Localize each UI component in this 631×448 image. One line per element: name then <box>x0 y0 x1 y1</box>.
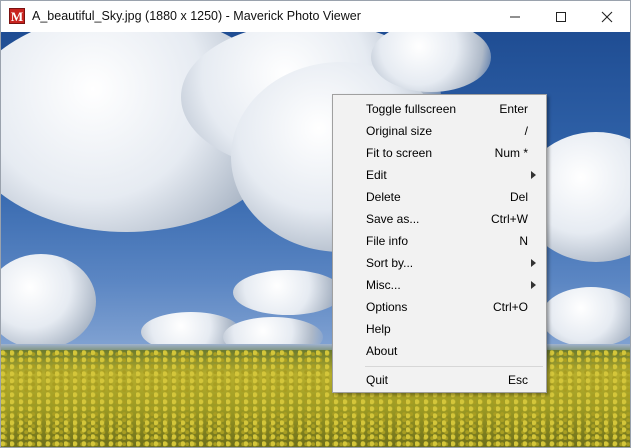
menu-item-label: Fit to screen <box>366 146 433 160</box>
maximize-icon <box>556 12 566 22</box>
submenu-arrow-icon <box>531 171 536 179</box>
title-bar[interactable]: M A_beautiful_Sky.jpg (1880 x 1250) - Ma… <box>1 1 630 32</box>
menu-item-save-as[interactable]: Save as... Ctrl+W <box>333 208 546 230</box>
menu-item-misc[interactable]: Misc... <box>333 274 546 296</box>
menu-item-label: Toggle fullscreen <box>366 102 457 116</box>
menu-item-label: Sort by... <box>366 256 414 270</box>
app-logo-icon[interactable]: M <box>9 8 25 24</box>
menu-item-help[interactable]: Help <box>333 318 546 340</box>
menu-item-shortcut: Ctrl+O <box>492 300 528 314</box>
menu-item-shortcut: N <box>519 234 528 248</box>
menu-item-label: Delete <box>366 190 401 204</box>
menu-item-label: Misc... <box>366 278 401 292</box>
menu-item-shortcut: Enter <box>499 102 528 116</box>
menu-item-label: Options <box>366 300 408 314</box>
menu-item-label: Help <box>366 322 391 336</box>
menu-item-sort-by[interactable]: Sort by... <box>333 252 546 274</box>
menu-item-label: Quit <box>366 373 389 387</box>
photo-viewer-window: M A_beautiful_Sky.jpg (1880 x 1250) - Ma… <box>0 0 631 448</box>
maximize-button[interactable] <box>538 1 584 32</box>
close-icon <box>601 11 613 23</box>
menu-item-fit-to-screen[interactable]: Fit to screen Num * <box>333 142 546 164</box>
menu-item-options[interactable]: Options Ctrl+O <box>333 296 546 318</box>
menu-separator <box>365 366 543 367</box>
menu-item-shortcut: Esc <box>507 373 528 387</box>
menu-item-label: Edit <box>366 168 387 182</box>
menu-item-label: Original size <box>366 124 433 138</box>
menu-item-shortcut: Del <box>509 190 528 204</box>
menu-item-toggle-fullscreen[interactable]: Toggle fullscreen Enter <box>333 98 546 120</box>
context-menu: Toggle fullscreen Enter Original size / … <box>332 94 547 393</box>
menu-item-file-info[interactable]: File info N <box>333 230 546 252</box>
minimize-button[interactable] <box>492 1 538 32</box>
menu-item-shortcut: Ctrl+W <box>491 212 528 226</box>
menu-item-label: About <box>366 344 398 358</box>
menu-item-shortcut: / <box>524 124 528 138</box>
minimize-icon <box>510 16 520 18</box>
menu-item-label: Save as... <box>366 212 420 226</box>
cloud <box>541 287 630 347</box>
menu-item-label: File info <box>366 234 409 248</box>
submenu-arrow-icon <box>531 281 536 289</box>
window-title: A_beautiful_Sky.jpg (1880 x 1250) - Mave… <box>32 9 361 23</box>
cloud <box>233 270 343 315</box>
menu-item-delete[interactable]: Delete Del <box>333 186 546 208</box>
menu-item-quit[interactable]: Quit Esc <box>333 369 546 391</box>
menu-item-original-size[interactable]: Original size / <box>333 120 546 142</box>
menu-item-about[interactable]: About <box>333 340 546 362</box>
menu-item-shortcut: Num * <box>494 146 528 160</box>
close-button[interactable] <box>584 1 630 32</box>
submenu-arrow-icon <box>531 259 536 267</box>
menu-item-edit[interactable]: Edit <box>333 164 546 186</box>
cloud <box>1 254 96 349</box>
